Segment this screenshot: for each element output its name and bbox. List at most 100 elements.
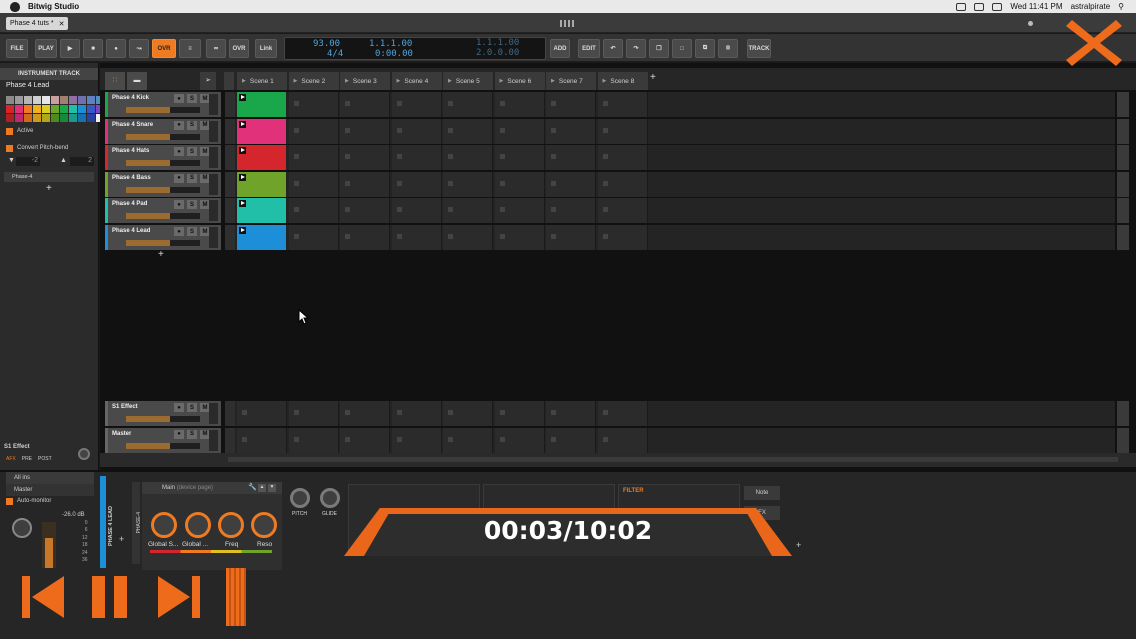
clip-slot[interactable] xyxy=(340,118,390,144)
grid-view-button[interactable]: ∷ xyxy=(105,72,125,90)
clip-slot[interactable] xyxy=(494,92,545,117)
row-menu-icon[interactable] xyxy=(1117,171,1129,197)
track-volume-fader[interactable] xyxy=(126,416,200,422)
color-swatch[interactable] xyxy=(33,114,41,122)
row-menu-icon[interactable] xyxy=(1117,118,1129,144)
track-name[interactable]: Master xyxy=(112,431,131,437)
solo-button[interactable]: S xyxy=(187,227,197,236)
list-view-button[interactable]: ▬ xyxy=(127,72,147,90)
clip-slot[interactable] xyxy=(288,401,339,426)
color-swatch[interactable] xyxy=(51,114,59,122)
loop-start[interactable]: 1.1.1.00 xyxy=(476,38,519,48)
clip-slot[interactable] xyxy=(494,401,545,426)
color-swatch[interactable] xyxy=(33,105,41,113)
convert-pitchbend-checkbox[interactable]: Convert Pitch-bend xyxy=(6,143,94,153)
color-swatch[interactable] xyxy=(69,105,77,113)
track-stop-button[interactable] xyxy=(225,145,235,171)
clip-slot[interactable] xyxy=(391,401,442,426)
solo-button[interactable]: S xyxy=(187,200,197,210)
color-swatch[interactable] xyxy=(15,114,23,122)
clip-slot[interactable] xyxy=(443,427,493,453)
search-icon[interactable]: ⚲ xyxy=(1118,2,1124,11)
color-swatch[interactable] xyxy=(33,96,41,104)
clip-slot[interactable] xyxy=(597,171,648,197)
add-device-icon[interactable]: + xyxy=(46,183,52,194)
clip-slot[interactable] xyxy=(288,427,339,453)
record-arm-icon[interactable]: ● xyxy=(174,429,184,439)
color-swatch[interactable] xyxy=(24,96,32,104)
loop-length[interactable]: 2.0.0.00 xyxy=(476,48,519,58)
apple-icon[interactable] xyxy=(10,1,20,12)
device-chain-item[interactable]: Phase-4 xyxy=(4,172,94,182)
clip-slot[interactable] xyxy=(546,145,596,171)
video-progress-handle[interactable] xyxy=(226,568,246,626)
clip[interactable] xyxy=(237,171,286,197)
stop-button[interactable]: ■ xyxy=(83,39,103,58)
document-tab[interactable]: Phase 4 tuts * ✕ xyxy=(6,17,69,30)
track-volume-fader[interactable] xyxy=(126,160,200,167)
add-device-after-icon[interactable]: + xyxy=(796,540,801,550)
scene-header[interactable]: Scene 7 xyxy=(546,72,596,90)
duplicate-button[interactable]: ⧉ xyxy=(695,39,715,58)
track-header[interactable]: Master ● S M xyxy=(105,427,221,453)
clip-slot[interactable] xyxy=(494,198,545,224)
row-menu-icon[interactable] xyxy=(1117,198,1129,224)
previous-button[interactable] xyxy=(20,574,66,620)
track-header[interactable]: Phase 4 Kick ● S M xyxy=(105,92,221,117)
clip-play-icon[interactable] xyxy=(239,227,246,234)
solo-button[interactable]: S xyxy=(187,173,197,183)
scene-header[interactable]: Scene 1 xyxy=(237,72,287,90)
screen-record-icon[interactable] xyxy=(956,2,967,11)
send-knob[interactable] xyxy=(78,448,90,460)
clip-slot[interactable] xyxy=(494,145,545,171)
wrench-icon[interactable]: 🔧 xyxy=(248,483,257,491)
color-swatch[interactable] xyxy=(69,96,77,104)
track-header[interactable]: Phase 4 Snare ● S M xyxy=(105,118,221,144)
clip-slot[interactable] xyxy=(546,401,596,426)
color-swatch[interactable] xyxy=(60,105,68,113)
overdub-button[interactable]: OVR xyxy=(152,39,176,58)
clip-slot[interactable] xyxy=(288,171,339,197)
track-name[interactable]: Phase 4 Pad xyxy=(112,201,147,207)
scene-header[interactable]: Scene 4 xyxy=(391,72,442,90)
color-swatch[interactable] xyxy=(6,96,14,104)
scene-header[interactable]: Scene 6 xyxy=(494,72,545,90)
clip-slot[interactable] xyxy=(237,401,287,426)
clip-slot[interactable] xyxy=(443,118,493,144)
horizontal-scrollbar[interactable] xyxy=(100,453,1136,467)
clip-slot[interactable] xyxy=(391,92,442,117)
clip-slot[interactable] xyxy=(494,118,545,144)
clip-slot[interactable] xyxy=(443,145,493,171)
scene-header[interactable]: Scene 3 xyxy=(340,72,390,90)
clip-slot[interactable] xyxy=(443,401,493,426)
color-swatch[interactable] xyxy=(60,114,68,122)
overdub-launcher-button[interactable]: OVR xyxy=(229,39,249,58)
input-select[interactable]: All ins xyxy=(6,472,94,484)
clip-slot[interactable] xyxy=(494,171,545,197)
active-checkbox[interactable]: Active xyxy=(6,126,94,136)
clip-slot[interactable] xyxy=(340,225,390,250)
solo-button[interactable]: S xyxy=(187,120,197,130)
clip-slot[interactable] xyxy=(546,92,596,117)
clip-slot[interactable] xyxy=(443,225,493,250)
clip-play-icon[interactable] xyxy=(239,94,246,101)
clip-slot[interactable] xyxy=(546,118,596,144)
record-arm-icon[interactable]: ● xyxy=(174,227,184,236)
note-fx-button[interactable]: Note xyxy=(744,486,780,500)
color-swatch[interactable] xyxy=(78,96,86,104)
paste-button[interactable]: □ xyxy=(672,39,692,58)
solo-button[interactable]: S xyxy=(187,429,197,439)
auto-monitor-checkbox[interactable]: Auto-monitor xyxy=(6,496,94,506)
position-time[interactable]: 0:00.00 xyxy=(375,49,413,59)
track-button[interactable]: TRACK xyxy=(747,39,771,58)
clip-slot[interactable] xyxy=(391,198,442,224)
clip-slot[interactable] xyxy=(340,92,390,117)
track-volume-fader[interactable] xyxy=(126,442,200,449)
color-swatch[interactable] xyxy=(15,96,23,104)
record-arm-icon[interactable]: ● xyxy=(174,120,184,130)
color-swatch[interactable] xyxy=(60,96,68,104)
clip-play-icon[interactable] xyxy=(239,200,246,208)
clip-slot[interactable] xyxy=(340,145,390,171)
clip-slot[interactable] xyxy=(288,145,339,171)
clip-slot[interactable] xyxy=(597,118,648,144)
